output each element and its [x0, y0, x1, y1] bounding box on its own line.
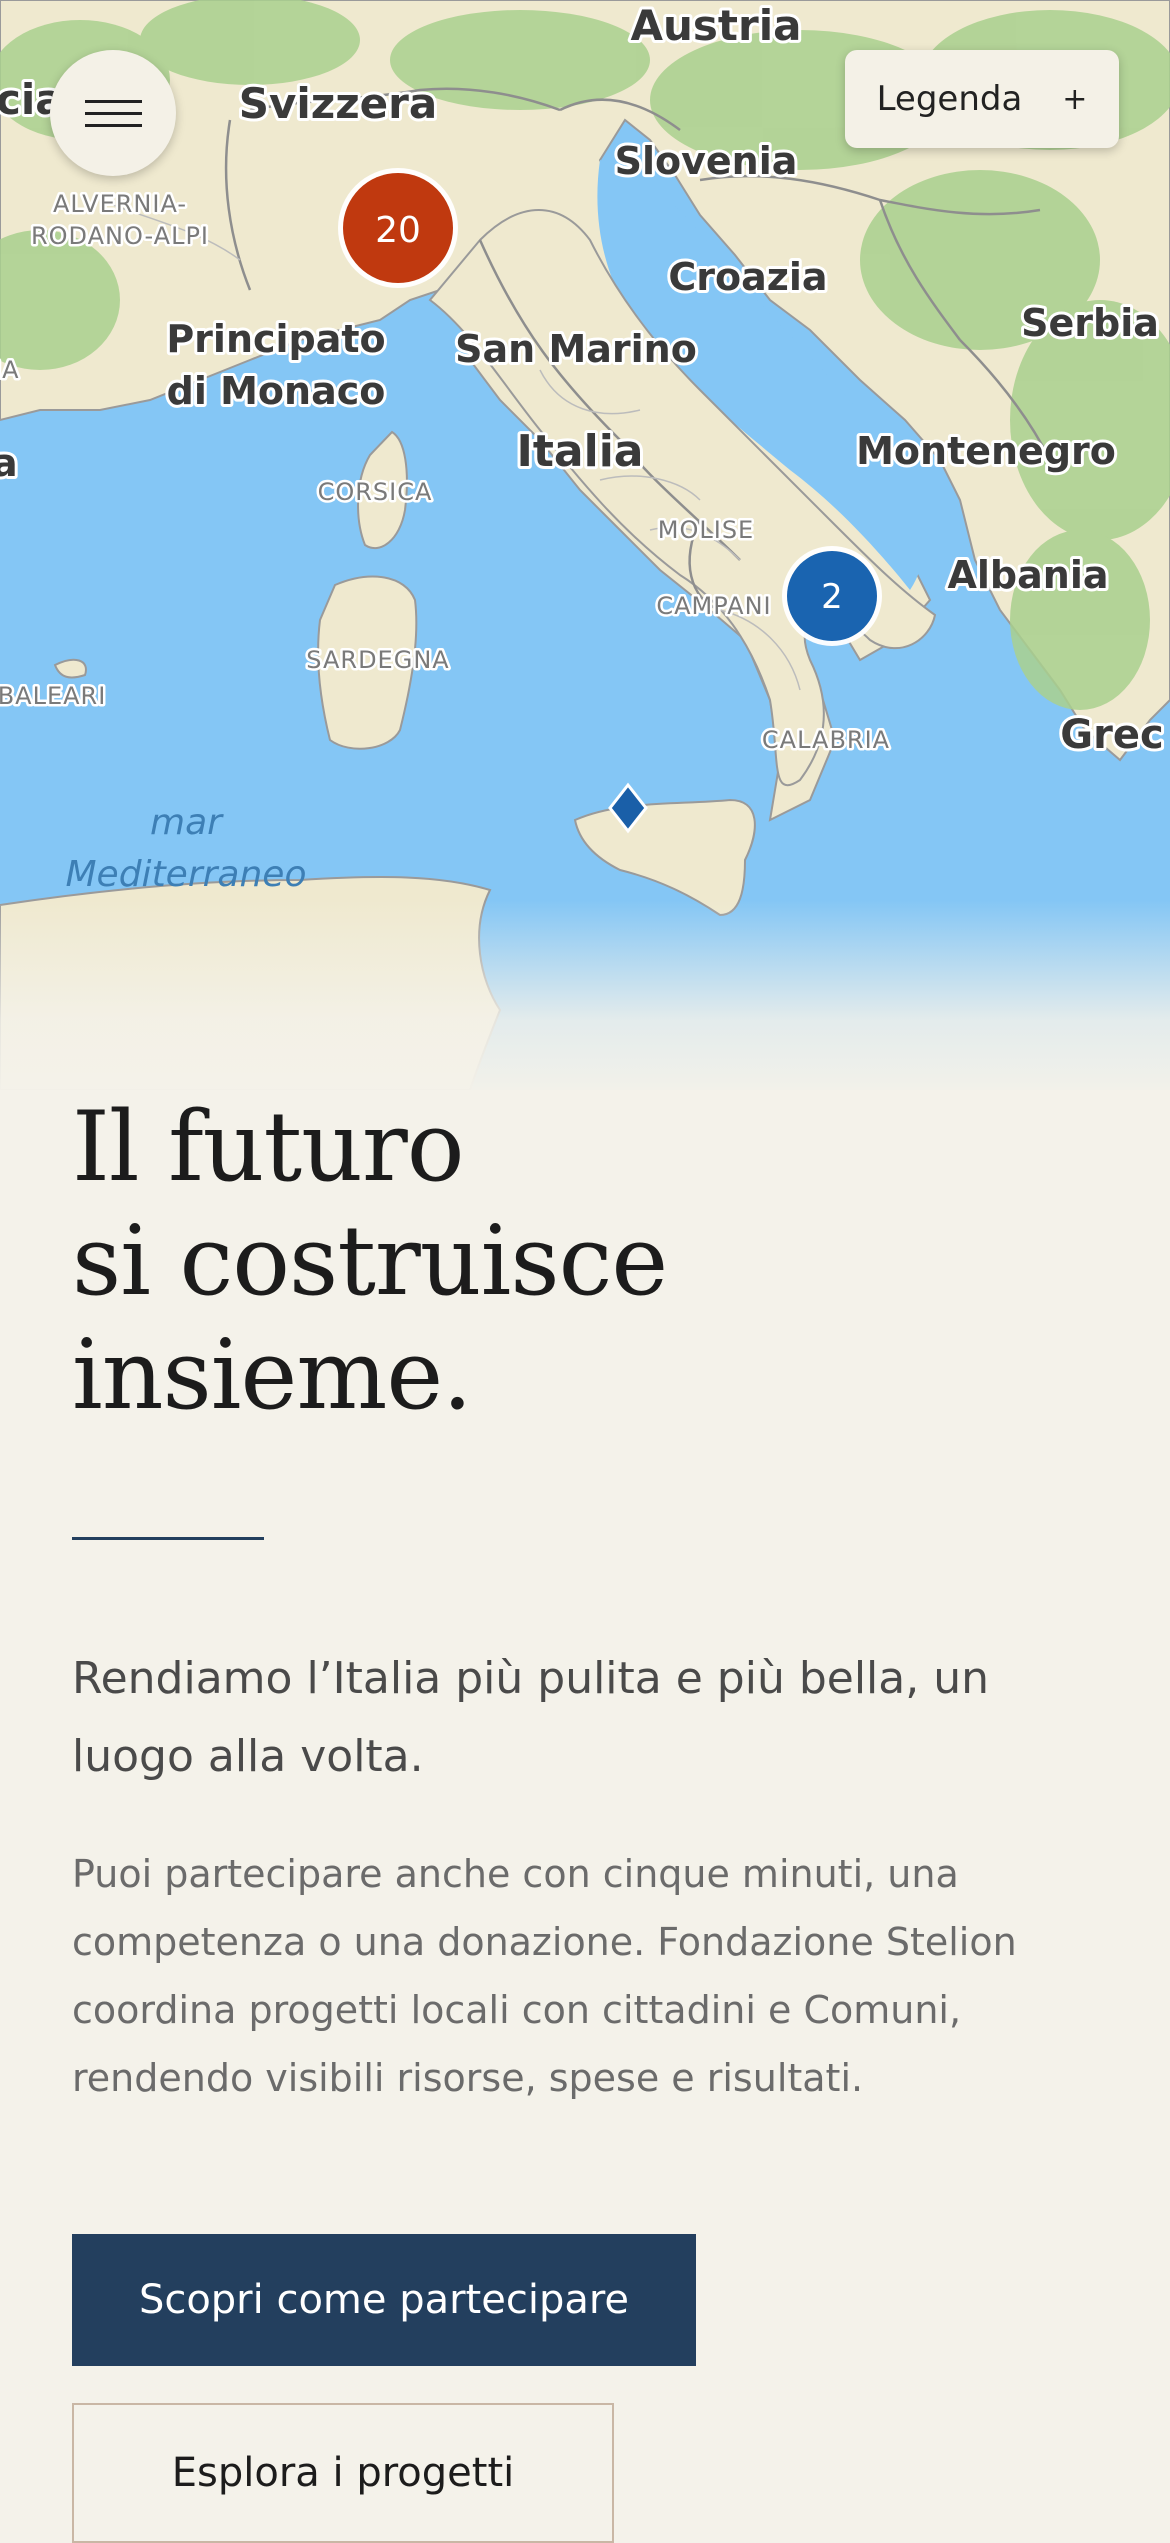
- map-canvas[interactable]: Austria Svizzera Slovenia Croazia Serbia…: [0, 0, 1170, 1090]
- cluster-count-south: 2: [821, 577, 843, 617]
- map-label-mar: mar: [150, 802, 224, 843]
- hero-title: Il futuro si costruisce insieme.: [72, 1090, 668, 1432]
- map-label-calabria: CALABRIA: [762, 726, 890, 754]
- menu-icon-line-3: [85, 124, 142, 127]
- map-label-campania: CAMPANI: [656, 592, 771, 620]
- map-label-sardegna: SARDEGNA: [306, 646, 449, 674]
- map-label-principato: Principato: [166, 317, 385, 361]
- map[interactable]: Austria Svizzera Slovenia Croazia Serbia…: [0, 0, 1170, 1090]
- discover-participation-button[interactable]: Scopri come partecipare: [72, 2234, 696, 2366]
- menu-icon-line-2: [85, 112, 142, 115]
- map-label-italia: Italia: [517, 426, 644, 477]
- legend-label: Legenda: [876, 79, 1023, 119]
- cluster-marker-south[interactable]: 2: [782, 546, 882, 646]
- map-label-slovenia: Slovenia: [615, 139, 798, 183]
- map-label-corsica: CORSICA: [318, 478, 433, 506]
- map-label-croazia: Croazia: [668, 255, 827, 299]
- cluster-count-north: 20: [375, 210, 421, 251]
- divider: [72, 1537, 264, 1540]
- map-label-alvernia: ALVERNIA-: [53, 190, 187, 218]
- map-label-baleari: BALEARI: [0, 682, 106, 710]
- explore-projects-button[interactable]: Esplora i progetti: [72, 2403, 614, 2543]
- hero-title-line-3: insieme.: [72, 1319, 473, 1431]
- map-label-monaco: di Monaco: [167, 369, 386, 413]
- hero-title-line-2: si costruisce: [72, 1205, 668, 1317]
- plus-icon: +: [1062, 81, 1088, 117]
- land-south: [0, 876, 502, 1090]
- map-label-grecia: Grec: [1060, 712, 1163, 758]
- map-label-svizzera: Svizzera: [239, 79, 437, 128]
- map-label-molise: MOLISE: [658, 516, 754, 544]
- hero-lead: Rendiamo l’Italia più pulita e più bella…: [72, 1653, 989, 1782]
- map-label-montenegro: Montenegro: [856, 429, 1116, 473]
- menu-button[interactable]: [50, 50, 176, 176]
- map-label-austria: Austria: [631, 1, 802, 50]
- map-label-edge-ia: IA: [0, 356, 20, 384]
- hero-body: Puoi partecipare anche con cinque minuti…: [72, 1852, 1017, 2100]
- hero-title-line-1: Il futuro: [72, 1091, 465, 1203]
- cluster-marker-north[interactable]: 20: [338, 168, 458, 288]
- map-label-serbia: Serbia: [1021, 301, 1159, 345]
- map-label-mediterraneo: Mediterraneo: [66, 854, 307, 895]
- map-label-san-marino: San Marino: [455, 327, 697, 371]
- map-label-rodano-alpi: RODANO-ALPI: [31, 222, 209, 250]
- menu-icon-line-1: [85, 100, 142, 103]
- map-label-edge-a: a: [0, 441, 18, 485]
- legend-button[interactable]: Legenda +: [845, 50, 1119, 148]
- map-label-albania: Albania: [948, 553, 1109, 597]
